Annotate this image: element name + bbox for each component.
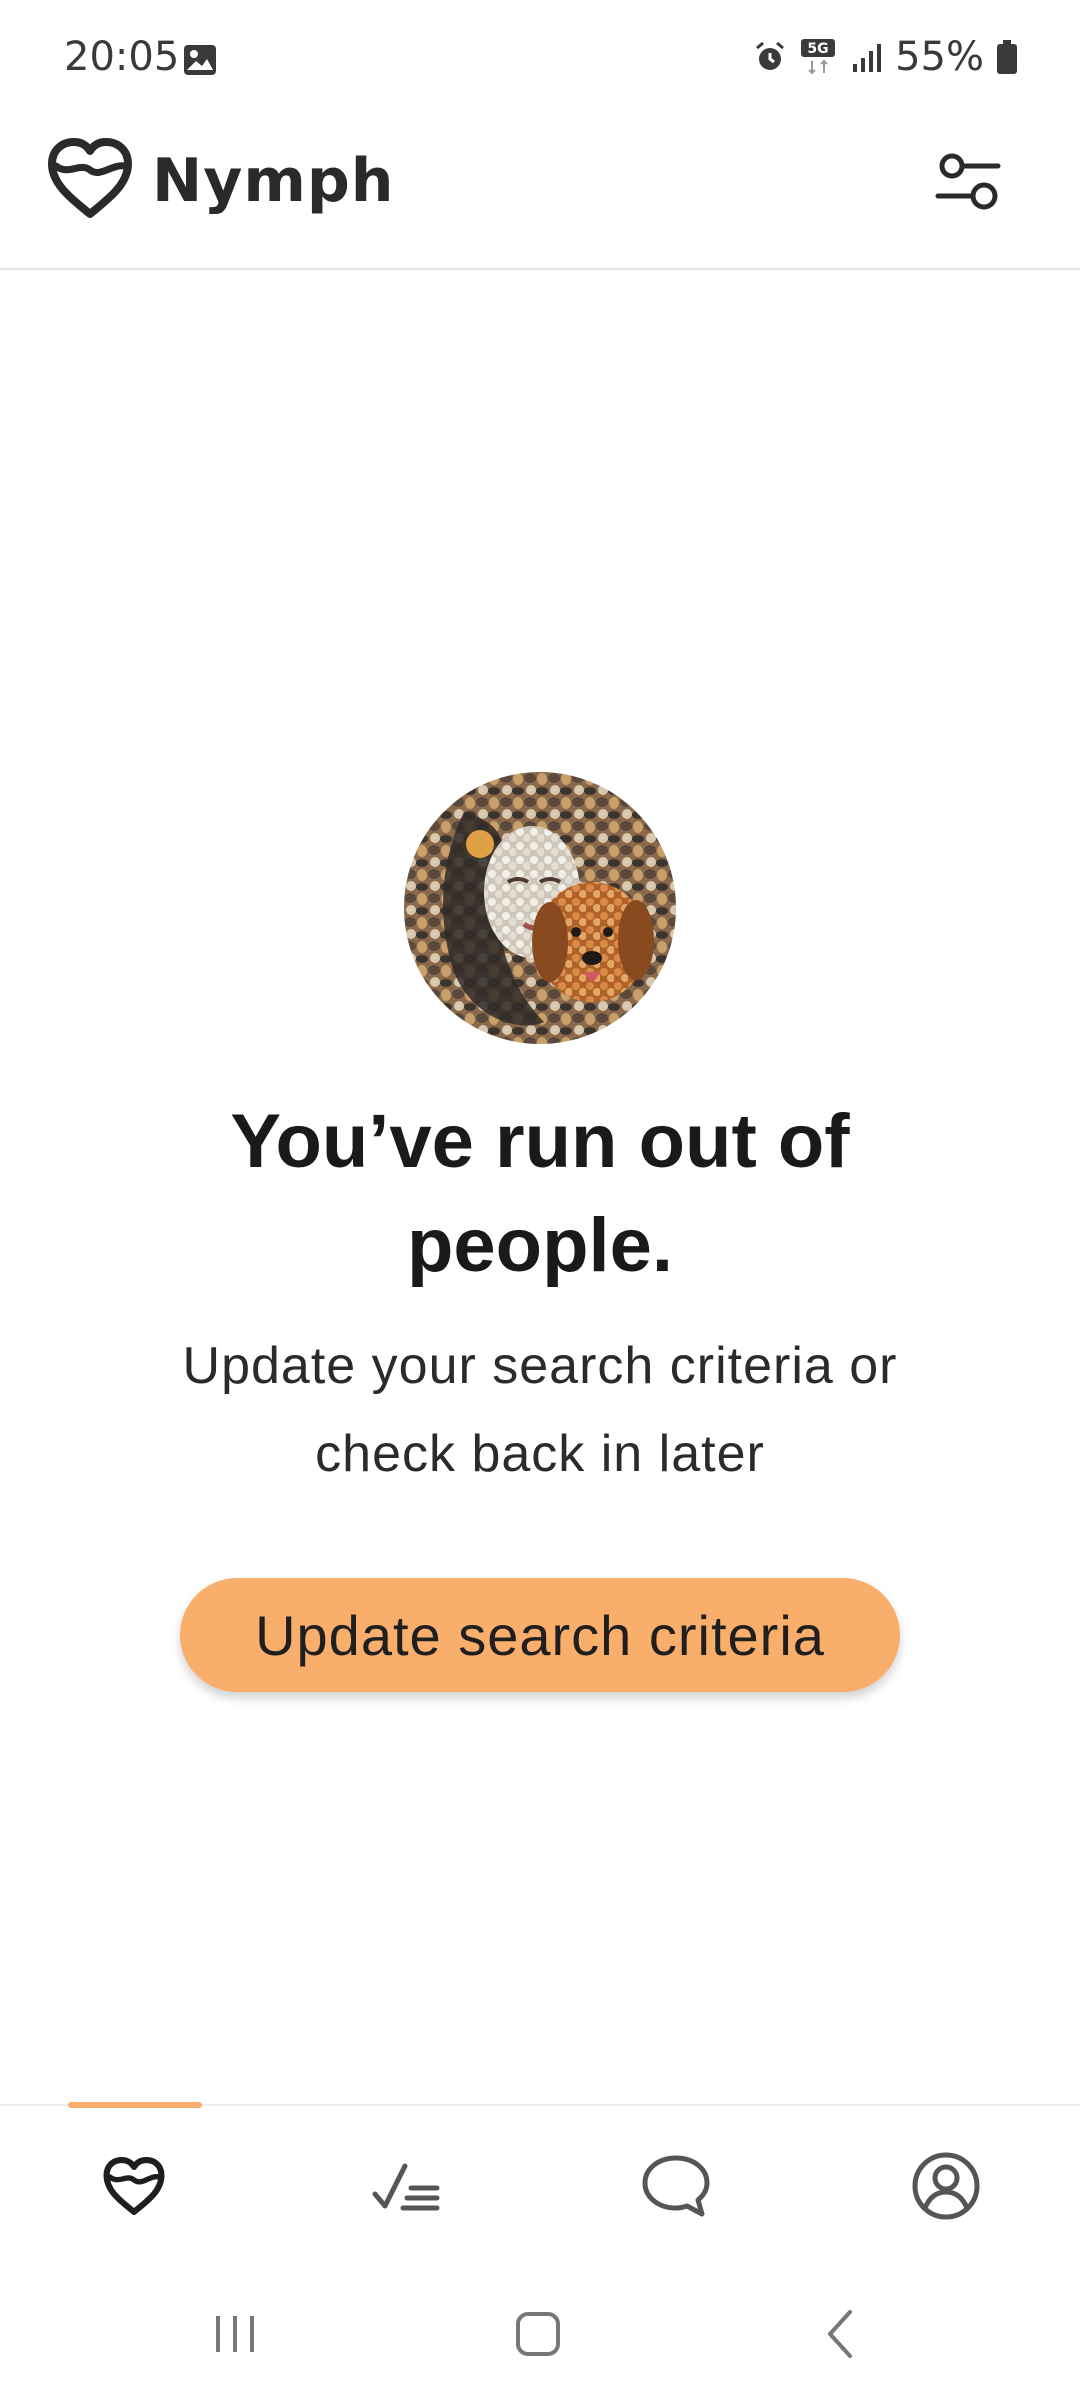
status-icons: 5G 55%	[753, 34, 1018, 80]
svg-text:5G: 5G	[807, 41, 828, 57]
battery-percent: 55%	[895, 34, 984, 80]
recent-apps-button[interactable]	[205, 2304, 265, 2364]
subtext-line-1: Update your search criteria or	[182, 1337, 898, 1395]
back-icon	[828, 2310, 852, 2358]
nav-list[interactable]	[366, 2146, 446, 2226]
active-tab-indicator	[68, 2102, 202, 2108]
nav-discover[interactable]	[94, 2146, 174, 2226]
app-title: Nymph	[152, 146, 395, 216]
app-bar: Nymph	[0, 120, 1080, 270]
nav-profile[interactable]	[906, 2146, 986, 2226]
recent-apps-icon	[216, 2316, 254, 2352]
status-time: 20:05	[64, 34, 180, 80]
status-bar: 20:05 5G 55%	[0, 0, 1080, 120]
heart-icon	[103, 2157, 165, 2215]
signal-icon	[853, 44, 882, 72]
subtext-line-2: check back in later	[315, 1425, 765, 1483]
checklist-icon	[372, 2163, 440, 2211]
system-navigation-bar	[0, 2264, 1080, 2400]
bottom-navigation	[0, 2102, 1080, 2264]
chat-bubble-icon	[642, 2155, 710, 2217]
battery-icon	[997, 40, 1017, 74]
empty-state-headline: You’ve run out of people.	[60, 1090, 1020, 1298]
nav-chat[interactable]	[636, 2146, 716, 2226]
empty-state-subtext: Update your search criteria or check bac…	[80, 1322, 1000, 1498]
avatar-illustration	[404, 772, 676, 1044]
home-icon	[516, 2312, 560, 2356]
headline-line-1: You’ve run out of	[230, 1099, 850, 1184]
heart-logo-icon	[48, 138, 132, 218]
5g-icon: 5G	[801, 39, 836, 75]
profile-icon	[912, 2152, 980, 2220]
alarm-icon	[756, 41, 785, 70]
update-search-criteria-button[interactable]: Update search criteria	[180, 1578, 900, 1692]
home-button[interactable]	[508, 2304, 568, 2364]
back-button[interactable]	[810, 2304, 870, 2364]
filter-sliders-icon[interactable]	[930, 144, 1006, 220]
headline-line-2: people.	[406, 1203, 674, 1288]
image-icon	[184, 45, 216, 75]
